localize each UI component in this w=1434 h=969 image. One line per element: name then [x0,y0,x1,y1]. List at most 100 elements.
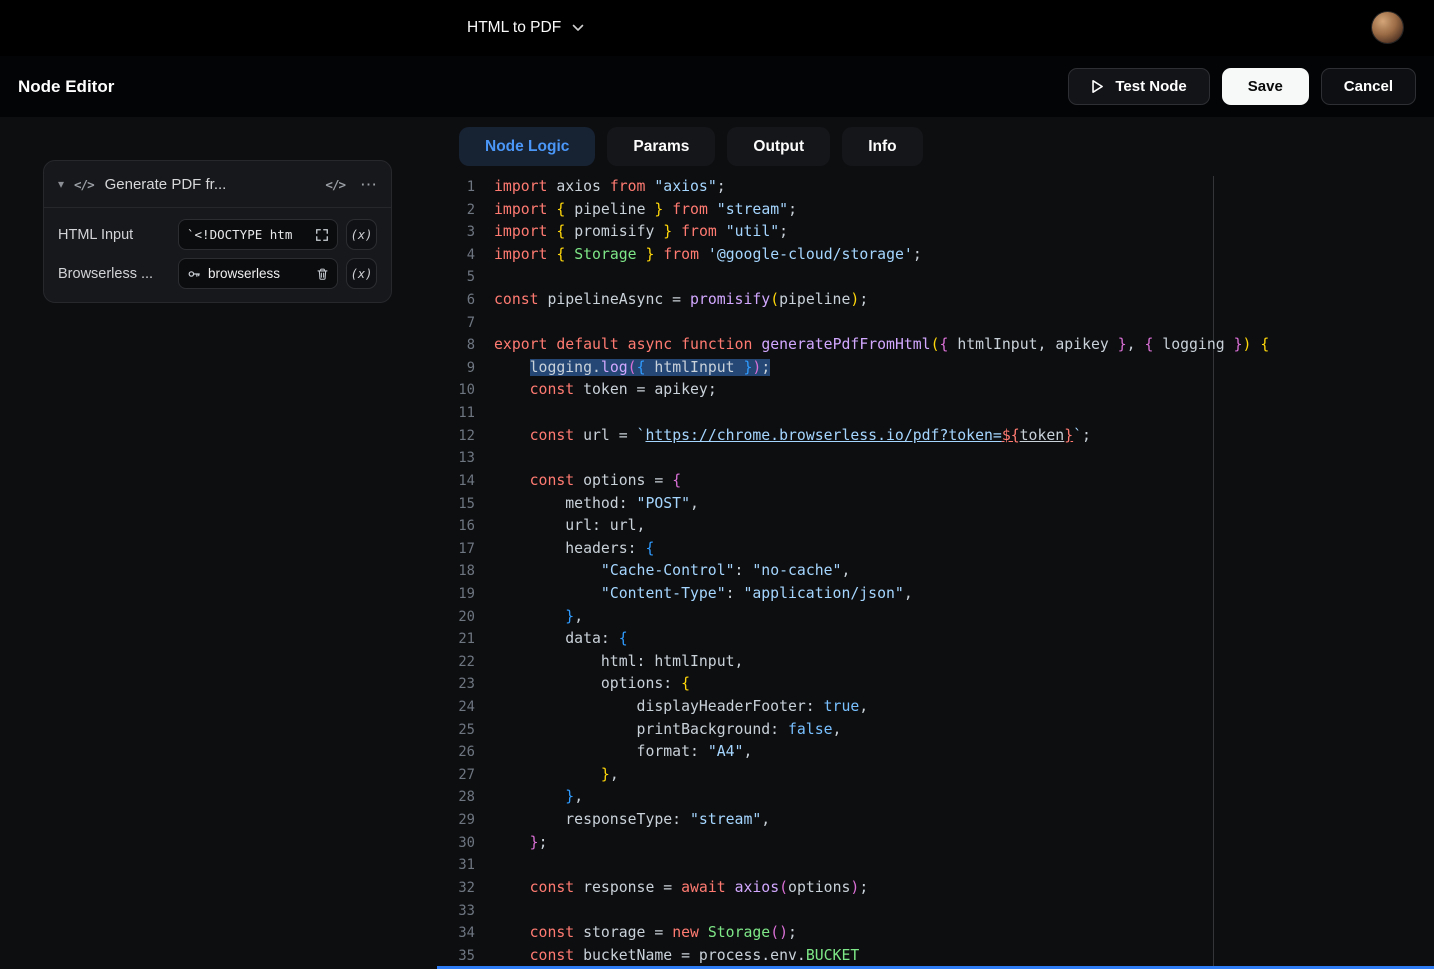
code-line[interactable]: 32 const response = await axios(options)… [441,877,1434,900]
node-card-body: HTML Input `<!DOCTYPE htm (x) Browserles… [44,208,391,302]
line-number: 32 [441,877,475,900]
line-number: 31 [441,854,475,877]
tab-params[interactable]: Params [607,127,715,166]
code-line[interactable]: 16 url: url, [441,515,1434,538]
line-number: 24 [441,696,475,719]
line-number: 18 [441,560,475,583]
line-number: 15 [441,493,475,516]
line-number: 17 [441,538,475,561]
line-number: 26 [441,741,475,764]
line-number: 27 [441,764,475,787]
code-line[interactable]: 20 }, [441,606,1434,629]
line-number: 19 [441,583,475,606]
line-number: 8 [441,334,475,357]
line-number: 13 [441,447,475,470]
line-number: 16 [441,515,475,538]
header: Node Editor Test Node Save Cancel [0,56,1434,117]
code-line[interactable]: 21 data: { [441,628,1434,651]
code-line[interactable]: 3import { promisify } from "util"; [441,221,1434,244]
code-line[interactable]: 8export default async function generateP… [441,334,1434,357]
code-line[interactable]: 17 headers: { [441,538,1434,561]
code-editor[interactable]: 1import axios from "axios";2import { pip… [441,176,1434,966]
key-icon [187,267,201,281]
expand-icon[interactable] [315,228,329,242]
code-line[interactable]: 9 logging.log({ htmlInput }); [441,357,1434,380]
line-number: 1 [441,176,475,199]
save-button[interactable]: Save [1222,68,1309,105]
test-node-button[interactable]: Test Node [1068,68,1209,105]
line-number: 7 [441,312,475,335]
node-title: Generate PDF fr... [105,176,227,193]
workflow-title: HTML to PDF [467,19,561,37]
trash-icon[interactable] [316,267,329,281]
more-menu-icon[interactable]: ⋯ [360,176,377,193]
code-line[interactable]: 10 const token = apikey; [441,379,1434,402]
code-line[interactable]: 33 [441,900,1434,923]
collapse-caret-icon[interactable]: ▾ [58,177,64,191]
code-line[interactable]: 6const pipelineAsync = promisify(pipelin… [441,289,1434,312]
cancel-button[interactable]: Cancel [1321,68,1416,105]
code-line[interactable]: 11 [441,402,1434,425]
chevron-down-icon [572,24,584,32]
line-number: 21 [441,628,475,651]
topbar: HTML to PDF [0,0,1434,56]
line-number: 30 [441,832,475,855]
code-line[interactable]: 22 html: htmlInput, [441,651,1434,674]
line-number: 5 [441,266,475,289]
tab-info[interactable]: Info [842,127,922,166]
test-node-label: Test Node [1115,78,1186,95]
code-line[interactable]: 25 printBackground: false, [441,719,1434,742]
line-number: 28 [441,786,475,809]
node-card-header: ▾ </> Generate PDF fr... </> ⋯ [44,161,391,208]
tab-bar: Node Logic Params Output Info [441,117,1434,166]
html-input-field[interactable]: `<!DOCTYPE htm [178,219,338,250]
line-number: 14 [441,470,475,493]
code-line[interactable]: 1import axios from "axios"; [441,176,1434,199]
tab-output[interactable]: Output [727,127,830,166]
code-line[interactable]: 2import { pipeline } from "stream"; [441,199,1434,222]
code-line[interactable]: 14 const options = { [441,470,1434,493]
code-icon: </> [74,177,94,192]
node-card: ▾ </> Generate PDF fr... </> ⋯ HTML Inpu… [43,160,392,303]
html-input-expression-chip[interactable]: (x) [346,219,377,250]
line-number: 11 [441,402,475,425]
code-line[interactable]: 15 method: "POST", [441,493,1434,516]
editor-panel: Node Logic Params Output Info 1import ax… [441,117,1434,969]
field-row-html-input: HTML Input `<!DOCTYPE htm (x) [58,219,377,250]
code-line[interactable]: 28 }, [441,786,1434,809]
browserless-field[interactable]: browserless [178,258,338,289]
html-input-label: HTML Input [58,227,170,243]
line-number: 2 [441,199,475,222]
code-line[interactable]: 12 const url = `https://chrome.browserle… [441,425,1434,448]
code-line[interactable]: 7 [441,312,1434,335]
code-line[interactable]: 24 displayHeaderFooter: true, [441,696,1434,719]
play-icon [1091,79,1104,94]
workflow-selector[interactable]: HTML to PDF [467,0,584,56]
code-line[interactable]: 35 const bucketName = process.env.BUCKET [441,945,1434,966]
code-line[interactable]: 13 [441,447,1434,470]
code-line[interactable]: 30 }; [441,832,1434,855]
edit-code-icon[interactable]: </> [325,177,345,192]
browserless-value: browserless [208,266,309,281]
header-actions: Test Node Save Cancel [1068,68,1416,105]
line-number: 25 [441,719,475,742]
code-line[interactable]: 27 }, [441,764,1434,787]
avatar[interactable] [1372,12,1403,43]
line-number: 23 [441,673,475,696]
line-number: 29 [441,809,475,832]
code-line[interactable]: 19 "Content-Type": "application/json", [441,583,1434,606]
code-line[interactable]: 29 responseType: "stream", [441,809,1434,832]
line-number: 9 [441,357,475,380]
browserless-expression-chip[interactable]: (x) [346,258,377,289]
app: { "topbar": { "workflow_title": "HTML to… [0,0,1434,969]
code-line[interactable]: 31 [441,854,1434,877]
tab-node-logic[interactable]: Node Logic [459,127,595,166]
code-line[interactable]: 4import { Storage } from '@google-cloud/… [441,244,1434,267]
code-line[interactable]: 34 const storage = new Storage(); [441,922,1434,945]
code-line[interactable]: 5 [441,266,1434,289]
code-line[interactable]: 23 options: { [441,673,1434,696]
left-panel: ▾ </> Generate PDF fr... </> ⋯ HTML Inpu… [0,117,441,969]
code-line[interactable]: 18 "Cache-Control": "no-cache", [441,560,1434,583]
code-line[interactable]: 26 format: "A4", [441,741,1434,764]
field-row-browserless: Browserless ... browserless (x) [58,258,377,289]
